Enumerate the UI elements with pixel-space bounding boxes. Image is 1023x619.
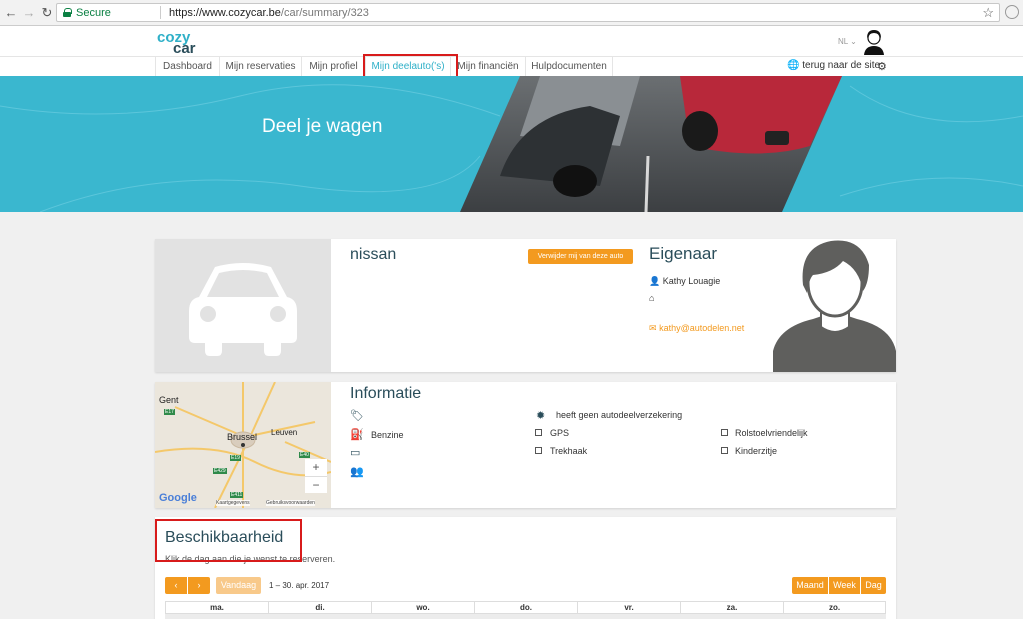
information-card: Gent Brussel Leuven E17 E40 E19 E429 E41… — [155, 382, 896, 508]
owner-name: Kathy Louagie — [662, 276, 721, 286]
map-terms-link[interactable]: Gebruiksvoorwaarden — [266, 500, 315, 506]
credit-card-icon: ▭ — [350, 447, 361, 459]
map-shield-e19: E19 — [230, 455, 241, 461]
insurance-status: heeft geen autodeelverzekering — [556, 410, 683, 420]
location-map[interactable]: Gent Brussel Leuven E17 E40 E19 E429 E41… — [155, 382, 331, 508]
url-text[interactable]: https://www.cozycar.be/car/summary/323 — [169, 7, 369, 19]
bookmark-star-icon[interactable]: ☆ — [982, 5, 994, 21]
gps-checkbox[interactable] — [535, 429, 542, 436]
back-to-site-label: terug naar de site — [802, 60, 881, 71]
chevron-down-icon: ⌄ — [850, 37, 857, 46]
hero-banner: Deel je wagen — [0, 76, 1023, 212]
menu-reservations[interactable]: Mijn reservaties — [219, 57, 301, 76]
owner-email: kathy@autodelen.net — [659, 323, 745, 333]
map-label-brussel: Brussel — [227, 432, 258, 442]
owner-avatar — [773, 240, 896, 372]
wheelchair-checkbox[interactable] — [721, 429, 728, 436]
language-label: NL — [838, 37, 848, 46]
globe-icon: 🌐 — [787, 60, 800, 71]
car-icon — [189, 263, 297, 356]
fuel-pump-icon: ⛽ — [350, 429, 364, 441]
envelope-icon: ✉ — [649, 323, 657, 333]
wheelchair-label: Rolstoelvriendelijk — [735, 428, 808, 438]
logo-line-2: car — [173, 40, 196, 57]
calendar-date-range: 1 – 30. apr. 2017 — [269, 581, 330, 590]
language-selector[interactable]: NL ⌄ — [838, 37, 857, 46]
menu-finances[interactable]: Mijn financiën — [450, 57, 525, 76]
url-separator — [160, 6, 161, 19]
child-seat-checkbox[interactable] — [721, 447, 728, 454]
towbar-checkbox[interactable] — [535, 447, 542, 454]
calendar-day-view-button[interactable]: Dag — [861, 577, 886, 594]
secure-label: Secure — [76, 7, 111, 19]
site-header: cozy car NL ⌄ — [0, 26, 1023, 56]
user-avatar-icon[interactable] — [860, 27, 888, 55]
calendar-prev-button[interactable]: ‹ — [165, 577, 187, 594]
zoom-in-button[interactable]: + — [305, 459, 327, 476]
child-seat-label: Kinderzitje — [735, 446, 778, 456]
map-shield-e411: E411 — [230, 492, 244, 498]
annotation-box-availability — [155, 519, 302, 562]
forward-icon[interactable]: → — [21, 5, 37, 21]
car-owner-card: nissan Verwijder mij van deze auto Eigen… — [155, 239, 896, 372]
cozycar-logo[interactable]: cozy car — [157, 30, 196, 57]
google-logo: Google — [159, 492, 197, 504]
car-photo-placeholder — [155, 239, 331, 372]
calendar-month-view-button[interactable]: Maand — [792, 577, 828, 594]
gps-label: GPS — [550, 428, 570, 438]
tag-icon: 🏷 — [350, 410, 364, 422]
zoom-out-button[interactable]: − — [305, 476, 327, 493]
back-to-site-link[interactable]: 🌐 terug naar de site — [787, 60, 880, 71]
hero-title: Deel je wagen — [262, 116, 383, 137]
map-shield-e40: E40 — [299, 452, 310, 458]
browser-toolbar: ← → ↻ Secure https://www.cozycar.be/car/… — [0, 0, 1023, 26]
map-shield-e429: E429 — [213, 468, 227, 474]
menu-help-documents[interactable]: Hulpdocumenten — [525, 57, 613, 76]
towbar-label: Trekhaak — [550, 446, 588, 456]
back-icon[interactable]: ← — [3, 5, 19, 21]
map-label-gent: Gent — [159, 395, 179, 405]
map-label-leuven: Leuven — [271, 428, 298, 437]
certificate-icon: ✹ — [536, 410, 546, 422]
main-menu: Dashboard Mijn reservaties Mijn profiel … — [0, 56, 1023, 76]
users-icon: 👥 — [350, 466, 364, 478]
car-name: nissan — [350, 246, 397, 263]
owner-name-row: 👤 Kathy Louagie — [649, 276, 720, 287]
calendar-week-row[interactable] — [165, 613, 886, 619]
remove-from-car-button[interactable]: Verwijder mij van deze auto — [528, 249, 633, 264]
information-heading: Informatie — [350, 385, 422, 402]
calendar-next-button[interactable]: › — [188, 577, 210, 594]
calendar-week-view-button[interactable]: Week — [829, 577, 860, 594]
calendar-header-row: ma. di. wo. do. vr. za. zo. — [165, 601, 886, 614]
extension-icon[interactable] — [1005, 5, 1019, 19]
map-shield-e17: E17 — [164, 409, 175, 415]
map-attribution[interactable]: Kaartgegevens — [216, 500, 250, 506]
calendar-today-button[interactable]: Vandaag — [216, 577, 261, 594]
owner-email-link[interactable]: ✉ kathy@autodelen.net — [649, 323, 744, 334]
lock-icon — [63, 8, 72, 17]
fuel-type: Benzine — [371, 430, 404, 440]
menu-dashboard[interactable]: Dashboard — [155, 57, 219, 76]
cogs-icon[interactable]: ⚙ — [877, 60, 887, 73]
parked-cars-photo — [460, 76, 842, 212]
url-host: https://www.cozycar.be — [169, 7, 281, 19]
user-icon: 👤 — [649, 276, 661, 286]
reload-icon[interactable]: ↻ — [39, 5, 55, 21]
owner-heading: Eigenaar — [649, 244, 718, 263]
address-bar[interactable]: Secure https://www.cozycar.be/car/summar… — [56, 3, 1000, 22]
url-path: /car/summary/323 — [280, 7, 369, 19]
home-icon: ⌂ — [649, 293, 655, 303]
menu-profile[interactable]: Mijn profiel — [301, 57, 365, 76]
